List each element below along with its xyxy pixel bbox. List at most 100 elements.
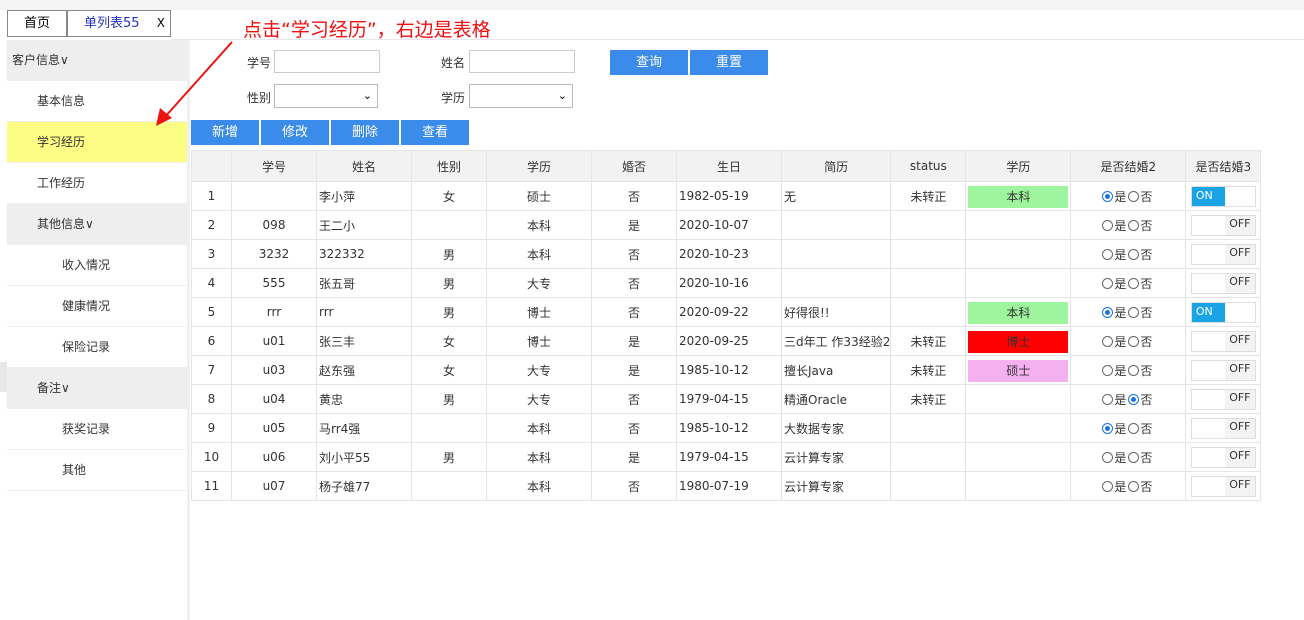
sidebar-item[interactable]: 其他信息∨ (7, 204, 187, 245)
married-toggle[interactable]: OFF (1190, 272, 1256, 294)
tab-list[interactable]: 单列表55 X (67, 10, 171, 37)
radio-yes[interactable] (1102, 219, 1114, 231)
cell-name: 马rr4强 (316, 413, 412, 443)
radio-no[interactable] (1128, 190, 1140, 202)
cell-student-no: rrr (231, 297, 317, 327)
radio-no[interactable] (1128, 277, 1140, 289)
sidebar-item-label: 备注∨ (37, 381, 70, 395)
radio-yes-label: 是 (1114, 189, 1127, 204)
row-number: 8 (191, 384, 232, 414)
table-row[interactable]: 6 u01 张三丰女博士是 2020-09-25 三d年工 作33经验2 未转正 博士是否 O… (191, 326, 1262, 356)
radio-no[interactable] (1128, 422, 1140, 434)
table-row[interactable]: 2 098 王二小 本科是 2020-10-07 是否 OFF (191, 210, 1262, 240)
sidebar-item[interactable]: 其他 (7, 450, 187, 491)
cell-name: 王二小 (316, 210, 412, 240)
add-button[interactable]: 新增 (191, 120, 259, 145)
query-button[interactable]: 查询 (610, 50, 688, 75)
radio-yes-label: 是 (1114, 334, 1127, 349)
radio-no[interactable] (1128, 219, 1140, 231)
reset-button[interactable]: 重置 (690, 50, 768, 75)
radio-no[interactable] (1128, 306, 1140, 318)
cell-status (890, 239, 967, 269)
table-header-row: 学号 姓名 性别 学历 婚否 生日 简历 status 学历 是否结婚2 是否结婚3 (191, 150, 1262, 182)
cell-birthday: 1985-10-12 (676, 413, 782, 443)
sidebar-collapse-handle[interactable] (0, 362, 7, 392)
table-row[interactable]: 3 3232 322332 男本科否 2020-10-23 是否 OFF (191, 239, 1262, 269)
married-toggle[interactable]: OFF (1190, 388, 1256, 410)
student-no-input[interactable] (274, 50, 380, 73)
radio-no[interactable] (1128, 393, 1140, 405)
married-toggle[interactable]: ON (1190, 185, 1256, 207)
table-row[interactable]: 11 u07 杨子雄77 本科否 1980-07-19 云计算专家是否 OFF (191, 471, 1262, 501)
sidebar-item[interactable]: 健康情况 (7, 286, 187, 327)
radio-no[interactable] (1128, 248, 1140, 260)
radio-yes[interactable] (1102, 306, 1114, 318)
name-input[interactable] (469, 50, 575, 73)
married-toggle[interactable]: OFF (1190, 243, 1256, 265)
cell-married2: 是否 (1070, 471, 1187, 501)
married-toggle[interactable]: OFF (1190, 359, 1256, 381)
radio-yes[interactable] (1102, 335, 1114, 347)
cell-resume: 云计算专家 (780, 442, 892, 472)
cell-student-no: 3232 (231, 239, 317, 269)
delete-button[interactable]: 删除 (331, 120, 399, 145)
edit-button[interactable]: 修改 (261, 120, 329, 145)
married-toggle[interactable]: ON (1190, 301, 1256, 323)
radio-yes[interactable] (1102, 364, 1114, 376)
sidebar-item[interactable]: 获奖记录 (7, 409, 187, 450)
married-toggle[interactable]: OFF (1190, 214, 1256, 236)
table-row[interactable]: 5 rrr rrr 男博士否 2020-09-22 好得很!! 本科是否 ON (191, 297, 1262, 327)
radio-yes[interactable] (1102, 393, 1114, 405)
married-toggle[interactable]: OFF (1190, 417, 1256, 439)
cell-education: 本科 (486, 442, 592, 472)
cell-married: 否 (591, 268, 677, 298)
gender-select[interactable]: ⌄ (274, 84, 378, 108)
married-toggle[interactable]: OFF (1190, 330, 1256, 352)
radio-no[interactable] (1128, 451, 1140, 463)
cell-birthday: 1980-07-19 (676, 471, 782, 501)
tab-close-icon[interactable]: X (157, 11, 165, 36)
table-row[interactable]: 8 u04 黄忠男大专否 1979-04-15 精通Oracle 未转正是否 OFF (191, 384, 1262, 414)
cell-education-tag: 本科 (965, 297, 1072, 327)
sidebar-item[interactable]: 备注∨ (7, 368, 187, 409)
cell-married2: 是否 (1070, 268, 1187, 298)
table-row[interactable]: 4 555 张五哥男大专否 2020-10-16 是否 OFF (191, 268, 1262, 298)
radio-yes[interactable] (1102, 451, 1114, 463)
cell-education: 博士 (486, 297, 592, 327)
column-header: 是否结婚3 (1185, 150, 1262, 182)
column-header: 婚否 (591, 150, 677, 182)
married-toggle[interactable]: OFF (1190, 475, 1256, 497)
cell-birthday: 1979-04-15 (676, 442, 782, 472)
sidebar-item-label: 其他信息∨ (37, 217, 94, 231)
table-row[interactable]: 10 u06 刘小平55 男本科是 1979-04-15 云计算专家是否 OFF (191, 442, 1262, 472)
column-header: 简历 (780, 150, 892, 182)
table-row[interactable]: 1 李小萍女硕士否 1982-05-19 无未转正 本科是否 ON (191, 181, 1262, 211)
cell-status (890, 471, 967, 501)
radio-yes[interactable] (1102, 480, 1114, 492)
tab-home[interactable]: 首页 (7, 10, 67, 37)
cell-name: 张三丰 (316, 326, 412, 356)
sidebar-item-label: 收入情况 (62, 258, 111, 272)
cell-education: 本科 (486, 471, 592, 501)
radio-yes[interactable] (1102, 277, 1114, 289)
radio-no-label: 否 (1140, 334, 1153, 349)
education-select[interactable]: ⌄ (469, 84, 573, 108)
cell-married2: 是否 (1070, 413, 1187, 443)
radio-no-label: 否 (1140, 305, 1153, 320)
radio-yes[interactable] (1102, 190, 1114, 202)
radio-yes[interactable] (1102, 248, 1114, 260)
sidebar-item[interactable]: 工作经历 (7, 163, 187, 204)
cell-student-no: u07 (231, 471, 317, 501)
table-row[interactable]: 9 u05 马rr4强 本科否 1985-10-12 大数据专家是否 OFF (191, 413, 1262, 443)
radio-yes[interactable] (1102, 422, 1114, 434)
radio-no[interactable] (1128, 364, 1140, 376)
gender-label: 性别 (247, 91, 272, 105)
sidebar-item[interactable]: 收入情况 (7, 245, 187, 286)
married-toggle[interactable]: OFF (1190, 446, 1256, 468)
table-row[interactable]: 7 u03 赵东强女大专是 1985-10-12 擅长Java 未转正 硕士是否 OFF (191, 355, 1262, 385)
radio-no[interactable] (1128, 480, 1140, 492)
sidebar-item-label: 健康情况 (62, 299, 111, 313)
view-button[interactable]: 查看 (401, 120, 469, 145)
radio-no[interactable] (1128, 335, 1140, 347)
sidebar-item[interactable]: 保险记录 (7, 327, 187, 368)
